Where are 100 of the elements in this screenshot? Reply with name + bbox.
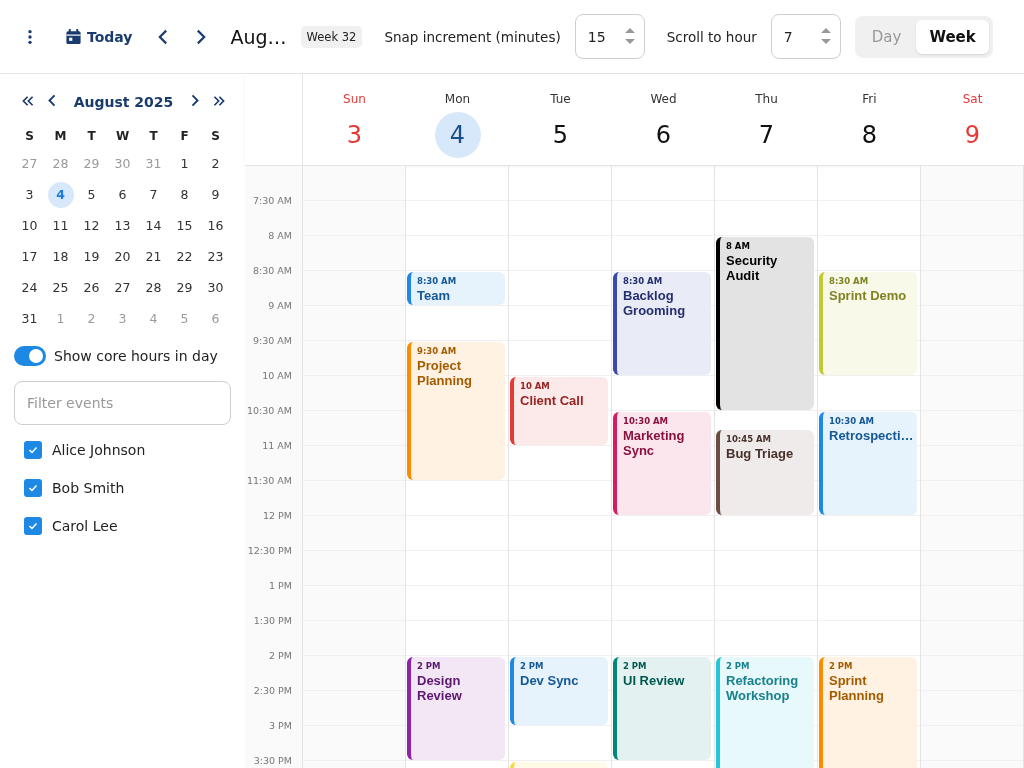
- mini-calendar-day[interactable]: 7: [140, 182, 167, 208]
- day-number[interactable]: 5: [537, 112, 584, 158]
- event-card[interactable]: 2 PM Sprint Planning: [819, 657, 917, 768]
- day-number[interactable]: 4: [434, 112, 481, 158]
- mini-calendar-day[interactable]: 10: [16, 213, 43, 239]
- view-tab[interactable]: Week: [916, 19, 989, 54]
- weekday-label: T: [86, 128, 97, 145]
- mini-calendar-day[interactable]: 3: [16, 182, 43, 208]
- mini-calendar-day[interactable]: 12: [78, 213, 105, 239]
- mini-calendar-day[interactable]: 6: [109, 182, 136, 208]
- person-name: Alice Johnson: [52, 442, 146, 458]
- event-time: 10:30 AM: [829, 416, 876, 426]
- event-time: 2 PM: [829, 661, 854, 671]
- weekday-label: Tue: [550, 92, 571, 106]
- time-label: 2 PM: [268, 650, 293, 663]
- weekday-label: Thu: [755, 92, 778, 106]
- menu-icon: [28, 29, 32, 44]
- mini-calendar-day[interactable]: 15: [171, 213, 198, 239]
- event-card[interactable]: 9:30 AM Project Planning: [407, 342, 505, 480]
- event-time: 2 PM: [520, 661, 545, 671]
- scroll-to-hour-field[interactable]: 7: [770, 14, 841, 59]
- filter-field[interactable]: Filter events: [14, 381, 231, 425]
- weekday-label: T: [148, 128, 159, 145]
- mini-calendar-day[interactable]: 14: [140, 213, 167, 239]
- event-card[interactable]: 8:30 AM Backlog Grooming: [613, 272, 711, 375]
- mini-calendar-day[interactable]: 18: [47, 244, 74, 270]
- toggle-label: Show core hours in day: [54, 348, 218, 364]
- mini-calendar-day[interactable]: 22: [171, 244, 198, 270]
- mini-calendar-day[interactable]: 31: [16, 306, 43, 332]
- snap-increment-field[interactable]: 15: [574, 14, 645, 59]
- mini-calendar-day[interactable]: 13: [109, 213, 136, 239]
- chevron-left-icon: [158, 28, 169, 45]
- event-card[interactable]: 10 AM Client Call: [510, 377, 608, 445]
- checkbox[interactable]: [24, 441, 42, 459]
- time-label: 10 AM: [261, 370, 293, 383]
- checkbox[interactable]: [24, 517, 42, 535]
- chevron-right-icon: [191, 94, 199, 107]
- event-title: UI Review: [623, 673, 686, 688]
- weekday-label: M: [53, 128, 68, 145]
- event-time: 10:45 AM: [726, 433, 773, 444]
- event-title: Design Review: [417, 673, 463, 703]
- month-title: August 2025: [73, 94, 174, 110]
- event-time: 2 PM: [726, 661, 751, 671]
- day-number[interactable]: 8: [846, 112, 893, 158]
- mini-calendar-day[interactable]: 29: [171, 275, 198, 301]
- mini-calendar-day[interactable]: 20: [109, 244, 136, 270]
- time-label: 9 AM: [267, 300, 293, 313]
- event-card[interactable]: 8 AM Security Audit: [716, 237, 814, 410]
- event-card[interactable]: 2 PM Refactoring Workshop: [716, 657, 814, 768]
- event-time: 9:30 AM: [417, 346, 458, 356]
- day-number[interactable]: 6: [640, 112, 687, 158]
- checkmark-icon: [27, 482, 39, 494]
- mini-calendar-day[interactable]: 17: [16, 244, 43, 270]
- checkbox[interactable]: [24, 479, 42, 497]
- today-button[interactable]: Today: [62, 24, 137, 49]
- weekday-label: Mon: [444, 92, 471, 106]
- event-time: 8 AM: [726, 241, 751, 251]
- mini-calendar-day[interactable]: 27: [109, 275, 136, 301]
- mini-calendar-day[interactable]: 16: [202, 213, 229, 239]
- weekday-label: Fri: [862, 92, 877, 106]
- snap-increment-label: Snap increment (minutes): [384, 28, 561, 45]
- weekday-label: S: [24, 128, 35, 145]
- mini-calendar-day[interactable]: 23: [202, 244, 229, 270]
- spinner-arrows-icon: [820, 28, 831, 44]
- mini-calendar-day[interactable]: 2: [202, 151, 229, 177]
- mini-calendar-day[interactable]: 28: [140, 275, 167, 301]
- mini-calendar-day[interactable]: 24: [16, 275, 43, 301]
- day-number[interactable]: 7: [743, 112, 790, 158]
- day-number[interactable]: 9: [949, 112, 996, 158]
- event-card[interactable]: 10:30 AM Retrospecti…: [819, 412, 917, 515]
- event-time: 2 PM: [623, 661, 648, 671]
- event-time: 8:30 AM: [829, 276, 870, 286]
- event-card[interactable]: 2 PM Dev Sync: [510, 657, 608, 725]
- mini-calendar-day[interactable]: 1: [171, 151, 198, 177]
- mini-calendar-day[interactable]: 11: [47, 213, 74, 239]
- chevron-left-icon: [48, 94, 56, 107]
- mini-calendar-day[interactable]: 5: [78, 182, 105, 208]
- mini-calendar-day[interactable]: 8: [171, 182, 198, 208]
- time-label: 8:30 AM: [251, 265, 293, 278]
- event-card[interactable]: 2 PM Design Review: [407, 657, 505, 760]
- event-time: 2 PM: [417, 661, 442, 671]
- event-title: Project Planning: [417, 358, 473, 388]
- event-card[interactable]: 2 PM UI Review: [613, 657, 711, 760]
- event-card[interactable]: 10:30 AM Marketing Sync: [613, 412, 711, 515]
- event-time: 8:30 AM: [417, 276, 458, 286]
- mini-calendar-day[interactable]: 19: [78, 244, 105, 270]
- mini-calendar-day[interactable]: 30: [202, 275, 229, 301]
- weekday-label: Sat: [962, 92, 983, 106]
- mini-calendar-day[interactable]: 21: [140, 244, 167, 270]
- event-card[interactable]: 10:45 AM Bug Triage: [716, 429, 814, 515]
- time-label: 1:30 PM: [252, 615, 293, 628]
- toggle-switch[interactable]: [14, 346, 46, 366]
- event-card[interactable]: 8:30 AM Team: [407, 272, 505, 305]
- event-title: Backlog Grooming: [623, 288, 687, 318]
- event-card[interactable]: 8:30 AM Sprint Demo: [819, 272, 917, 375]
- day-number[interactable]: 3: [331, 112, 378, 158]
- mini-calendar-day[interactable]: 26: [78, 275, 105, 301]
- mini-calendar-day[interactable]: 25: [47, 275, 74, 301]
- weekday-label: S: [210, 128, 221, 145]
- mini-calendar-day[interactable]: 9: [202, 182, 229, 208]
